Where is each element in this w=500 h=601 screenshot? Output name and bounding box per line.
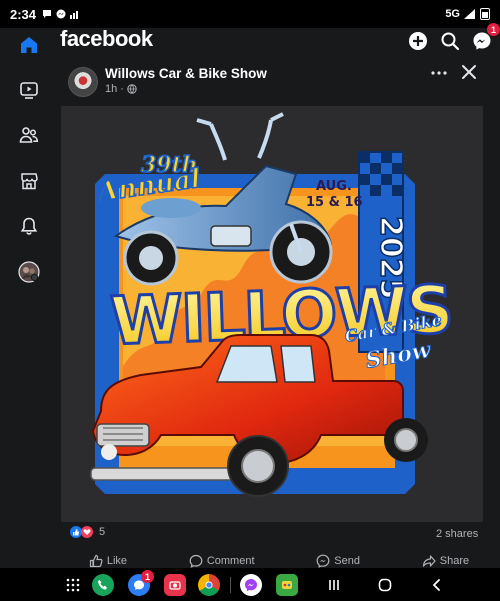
chrome-app[interactable] bbox=[198, 574, 220, 596]
signal-icon bbox=[464, 9, 475, 19]
recents-icon bbox=[329, 580, 339, 590]
facebook-logo[interactable]: facebook bbox=[60, 26, 153, 52]
event-flyer: 2025 39th Annual AUG. 15 & 16 WILLOWS Ca… bbox=[61, 106, 483, 522]
meta-separator: · bbox=[120, 83, 124, 95]
app-header: facebook 1 bbox=[0, 23, 500, 56]
phone-icon bbox=[98, 580, 107, 590]
recent-apps-button[interactable] bbox=[325, 576, 343, 594]
game-app-icon bbox=[282, 581, 292, 589]
send-label: Send bbox=[334, 555, 360, 567]
more-dots-icon bbox=[431, 71, 447, 75]
share-count[interactable]: 2 shares bbox=[436, 528, 478, 540]
nav-notifications[interactable] bbox=[16, 213, 42, 239]
home-button[interactable] bbox=[376, 576, 394, 594]
thumbs-up-icon bbox=[89, 554, 103, 568]
messages-badge: 1 bbox=[141, 570, 154, 583]
page-name[interactable]: Willows Car & Bike Show bbox=[105, 66, 267, 81]
status-time: 2:34 bbox=[10, 6, 37, 22]
nav-video[interactable] bbox=[16, 77, 42, 103]
page-avatar[interactable] bbox=[68, 67, 98, 97]
messenger-icon bbox=[245, 579, 257, 592]
back-chevron-icon bbox=[432, 579, 440, 591]
comment-button[interactable]: Comment bbox=[189, 550, 255, 568]
left-nav-rail bbox=[0, 37, 56, 568]
messages-app[interactable]: 1 bbox=[128, 570, 154, 596]
like-label: Like bbox=[106, 555, 128, 567]
more-options-button[interactable] bbox=[430, 64, 450, 84]
game-app[interactable] bbox=[276, 574, 298, 596]
marketplace-icon bbox=[21, 173, 38, 190]
search-button[interactable] bbox=[437, 28, 463, 54]
share-button[interactable]: Share bbox=[422, 550, 469, 568]
post-time[interactable]: 1h bbox=[105, 83, 117, 95]
share-label: Share bbox=[439, 555, 470, 567]
close-button[interactable] bbox=[460, 63, 480, 83]
globe-icon bbox=[127, 84, 137, 94]
search-icon bbox=[441, 32, 460, 51]
app-drawer-button[interactable] bbox=[62, 574, 84, 596]
phone-app[interactable] bbox=[92, 574, 114, 596]
camera-app[interactable] bbox=[164, 574, 186, 596]
messenger-send-icon bbox=[316, 554, 330, 568]
flyer-date-month: AUG. bbox=[316, 179, 352, 194]
system-nav-bar: 1 bbox=[0, 568, 500, 601]
messenger-button[interactable]: 1 bbox=[469, 23, 500, 54]
plus-icon bbox=[409, 32, 427, 50]
grid-icon bbox=[66, 578, 80, 592]
dock-divider bbox=[230, 577, 231, 593]
close-icon bbox=[462, 65, 476, 79]
bell-icon bbox=[20, 217, 38, 235]
camera-icon bbox=[169, 581, 181, 590]
back-button[interactable] bbox=[428, 576, 446, 594]
comment-label: Comment bbox=[206, 555, 255, 567]
chat-bubble-icon bbox=[43, 10, 52, 18]
post-header: Willows Car & Bike Show 1h · bbox=[58, 56, 500, 104]
nav-home[interactable] bbox=[16, 32, 42, 58]
notification-icons bbox=[42, 9, 79, 19]
status-bar: 2:34 5G bbox=[0, 0, 500, 28]
post-viewer: Willows Car & Bike Show 1h · 2025 39th A… bbox=[58, 56, 500, 568]
messenger-app[interactable] bbox=[240, 574, 262, 596]
profile-avatar-icon bbox=[18, 261, 40, 283]
home-icon bbox=[21, 37, 37, 53]
messenger-badge: 1 bbox=[487, 23, 500, 36]
video-icon bbox=[20, 82, 38, 99]
share-arrow-icon bbox=[422, 555, 436, 567]
post-image[interactable]: 2025 39th Annual AUG. 15 & 16 WILLOWS Ca… bbox=[61, 106, 483, 522]
reaction-count: 5 bbox=[99, 526, 106, 538]
network-type: 5G bbox=[445, 8, 460, 20]
comment-icon bbox=[189, 554, 203, 568]
flyer-date-days: 15 & 16 bbox=[306, 195, 363, 210]
activity-icon bbox=[70, 9, 79, 19]
create-button[interactable] bbox=[405, 28, 431, 54]
friends-icon bbox=[19, 127, 39, 143]
love-reaction-icon bbox=[81, 526, 93, 538]
nav-marketplace[interactable] bbox=[16, 168, 42, 194]
messenger-icon bbox=[56, 9, 66, 19]
battery-icon bbox=[480, 8, 490, 20]
post-meta: 1h · bbox=[105, 83, 137, 95]
home-circle-icon bbox=[378, 578, 392, 592]
send-button[interactable]: Send bbox=[316, 550, 360, 568]
nav-friends[interactable] bbox=[16, 122, 42, 148]
reaction-summary[interactable]: 5 bbox=[70, 526, 105, 538]
like-button[interactable]: Like bbox=[89, 550, 127, 568]
nav-profile[interactable] bbox=[16, 259, 42, 285]
post-action-bar: Like Comment Send Share bbox=[58, 550, 500, 568]
chrome-icon bbox=[205, 581, 213, 589]
